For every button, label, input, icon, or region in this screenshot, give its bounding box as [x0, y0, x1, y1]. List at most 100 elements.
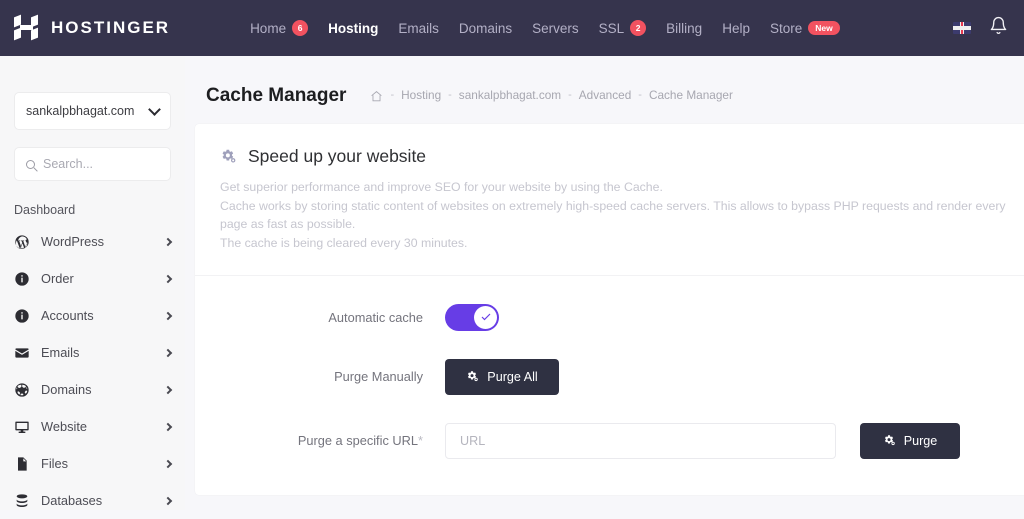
sidebar-item-wordpress[interactable]: WordPress	[0, 223, 185, 260]
purge-url-label: Purge a specific URL*	[220, 433, 445, 448]
chevron-right-icon	[163, 348, 173, 357]
sidebar-section-heading: Dashboard	[14, 203, 76, 217]
nav-right-actions	[953, 16, 1008, 40]
nav-item-store-label: Store	[769, 20, 803, 36]
nav-item-servers[interactable]: Servers	[532, 21, 579, 36]
nav-item-hosting[interactable]: Hosting	[328, 21, 378, 36]
main-content: Cache Manager - Hosting - sankalpbhagat.…	[185, 56, 1024, 510]
sidebar-item-files[interactable]: Files	[0, 445, 185, 482]
purge-button[interactable]: Purge	[860, 422, 960, 459]
sidebar-item-wordpress-label: WordPress	[41, 234, 105, 249]
sidebar-item-accounts-label: Accounts	[41, 308, 94, 323]
toggle-knob	[474, 305, 497, 329]
bell-icon[interactable]	[989, 16, 1008, 40]
breadcrumb-separator: -	[390, 88, 395, 101]
nav-ssl-badge: 2	[630, 20, 647, 36]
cache-settings-form: Automatic cache Purge Manually Purge All	[195, 276, 1024, 495]
nav-item-hosting-label: Hosting	[328, 20, 379, 36]
sidebar-item-databases[interactable]: Databases	[0, 482, 185, 519]
page-title: Cache Manager	[206, 85, 347, 106]
breadcrumb: - Hosting - sankalpbhagat.com - Advanced…	[370, 88, 733, 103]
nav-store-new-badge: New	[808, 21, 840, 35]
nav-item-home[interactable]: Home 6	[250, 20, 309, 36]
sidebar-item-order-label: Order	[41, 271, 74, 286]
purge-url-row: Purge a specific URL* Purge	[220, 422, 1010, 459]
purge-manually-row: Purge Manually Purge All	[220, 358, 1010, 395]
primary-nav-links: Home 6 Hosting Emails Domains Servers SS…	[250, 20, 840, 36]
card-header: Speed up your website Get superior perfo…	[195, 124, 1024, 275]
cogs-icon	[883, 434, 896, 447]
sidebar-item-website[interactable]: Website	[0, 408, 185, 445]
domain-selector[interactable]: sankalpbhagat.com	[14, 92, 171, 130]
sidebar-item-emails[interactable]: Emails	[0, 334, 185, 371]
card-description-line-3: The cache is being cleared every 30 minu…	[220, 236, 468, 251]
nav-item-store[interactable]: Store New	[770, 21, 840, 36]
hostinger-logo-icon	[14, 14, 40, 41]
breadcrumb-item-domain[interactable]: sankalpbhagat.com	[459, 88, 561, 102]
sidebar-item-domains[interactable]: Domains	[0, 371, 185, 408]
breadcrumb-separator: -	[568, 88, 572, 101]
purge-url-input[interactable]	[445, 422, 836, 459]
nav-item-billing[interactable]: Billing	[666, 21, 702, 36]
sidebar-item-databases-label: Databases	[41, 493, 103, 508]
domain-selector-value: sankalpbhagat.com	[26, 104, 135, 118]
info-icon	[14, 271, 30, 287]
chevron-right-icon	[163, 237, 173, 246]
nav-item-emails[interactable]: Emails	[398, 21, 439, 36]
chevron-down-icon	[148, 102, 161, 116]
search-input[interactable]	[43, 157, 159, 171]
purge-all-button-label: Purge All	[487, 369, 538, 384]
card-description: Get superior performance and improve SEO…	[220, 178, 1010, 253]
nav-item-ssl[interactable]: SSL 2	[599, 20, 647, 36]
wordpress-icon	[14, 234, 30, 250]
brand-name: HOSTINGER	[51, 18, 171, 37]
sidebar-item-files-label: Files	[41, 456, 69, 471]
purge-url-label-text: Purge a specific URL	[297, 433, 419, 449]
cache-manager-card: Speed up your website Get superior perfo…	[195, 124, 1024, 495]
nav-item-emails-label: Emails	[398, 20, 439, 36]
breadcrumb-item-advanced[interactable]: Advanced	[579, 88, 631, 102]
nav-item-help-label: Help	[722, 20, 750, 36]
automatic-cache-label: Automatic cache	[328, 309, 423, 325]
purge-all-button[interactable]: Purge All	[445, 358, 559, 395]
required-marker: *	[418, 433, 423, 449]
chevron-right-icon	[163, 459, 173, 468]
file-icon	[14, 456, 30, 472]
nav-item-domains[interactable]: Domains	[459, 21, 512, 36]
sidebar-item-order[interactable]: Order	[0, 260, 185, 297]
chevron-right-icon	[163, 274, 173, 283]
info-icon	[14, 308, 30, 324]
chevron-right-icon	[163, 496, 173, 505]
breadcrumb-item-hosting[interactable]: Hosting	[401, 88, 441, 102]
purge-button-label: Purge	[903, 433, 938, 448]
sidebar-item-accounts[interactable]: Accounts	[0, 297, 185, 334]
purge-manually-label: Purge Manually	[334, 369, 423, 385]
monitor-icon	[14, 419, 30, 435]
hostinger-logo[interactable]: HOSTINGER	[14, 14, 171, 41]
sidebar-item-emails-label: Emails	[41, 345, 80, 360]
check-icon	[481, 313, 490, 321]
nav-item-ssl-label: SSL	[598, 20, 625, 36]
nav-item-billing-label: Billing	[666, 20, 703, 36]
breadcrumb-item-cache-manager[interactable]: Cache Manager	[649, 88, 733, 102]
cogs-icon	[466, 370, 479, 383]
search-icon	[26, 159, 35, 169]
card-title: Speed up your website	[248, 146, 427, 166]
nav-item-help[interactable]: Help	[722, 21, 750, 36]
nav-item-domains-label: Domains	[458, 20, 513, 36]
uk-flag-icon[interactable]	[953, 22, 971, 34]
card-description-line-2: Cache works by storing static content of…	[220, 198, 1006, 232]
automatic-cache-row: Automatic cache	[220, 303, 1010, 331]
nav-item-home-label: Home	[250, 20, 287, 36]
nav-item-servers-label: Servers	[532, 20, 579, 36]
automatic-cache-toggle[interactable]	[445, 303, 499, 331]
sidebar-item-website-label: Website	[41, 419, 87, 434]
sidebar-search[interactable]	[14, 147, 171, 181]
cogs-icon	[220, 148, 237, 165]
nav-home-badge: 6	[292, 20, 309, 36]
page-header: Cache Manager - Hosting - sankalpbhagat.…	[185, 56, 1024, 107]
card-description-line-1: Get superior performance and improve SEO…	[220, 180, 663, 194]
database-icon	[14, 493, 30, 509]
top-navigation-bar: HOSTINGER Home 6 Hosting Emails Domains …	[0, 0, 1024, 56]
home-icon[interactable]	[370, 90, 383, 103]
